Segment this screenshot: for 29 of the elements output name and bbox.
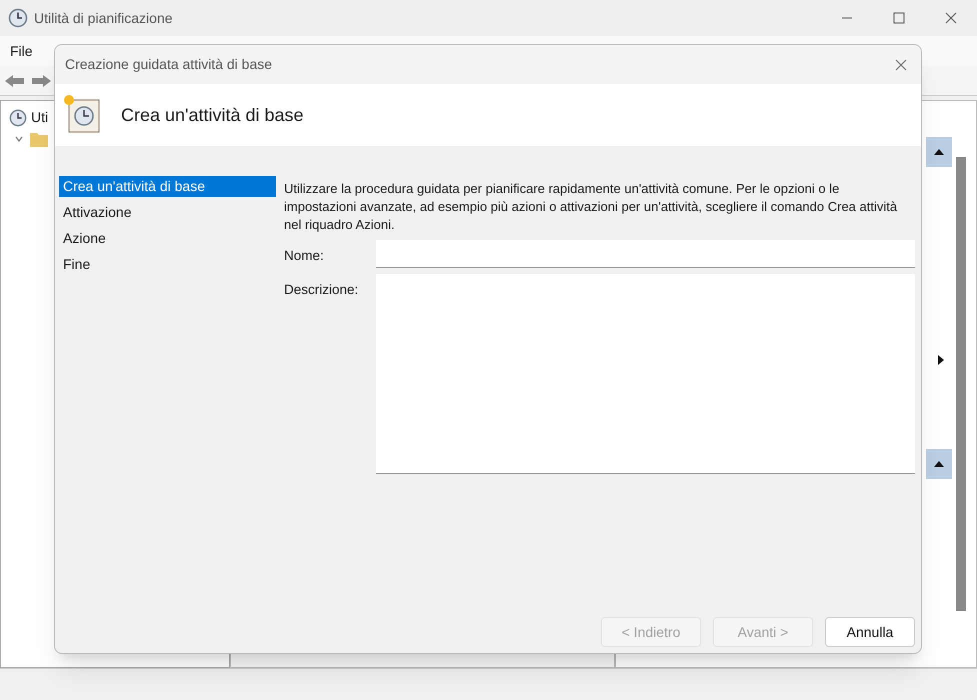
wizard-button[interactable]: Annulla bbox=[825, 617, 915, 647]
field-label: Descrizione: bbox=[284, 281, 360, 299]
wizard-step[interactable]: Azione bbox=[59, 228, 276, 249]
field-label: Nome: bbox=[284, 247, 325, 265]
close-icon[interactable] bbox=[945, 12, 957, 24]
clock-icon bbox=[9, 108, 27, 126]
description-field[interactable] bbox=[376, 274, 915, 474]
maximize-icon[interactable] bbox=[893, 12, 905, 24]
collapse-button[interactable] bbox=[926, 449, 952, 479]
dialog-title: Creazione guidata attività di base bbox=[65, 55, 272, 74]
chevron-icon[interactable] bbox=[15, 135, 23, 143]
back-arrow-icon[interactable] bbox=[4, 72, 26, 88]
up-triangle-icon bbox=[934, 149, 944, 155]
right-triangle-icon[interactable] bbox=[938, 355, 944, 365]
close-icon[interactable] bbox=[895, 58, 907, 70]
menu-item[interactable]: File bbox=[10, 40, 33, 62]
wizard-step[interactable]: Crea un'attività di base bbox=[59, 176, 276, 197]
up-triangle-icon bbox=[934, 461, 944, 467]
wizard-heading: Crea un'attività di base bbox=[121, 104, 304, 126]
description-text: Utilizzare la procedura guidata per pianificare rapidamente un'attività comune. Per le opzioni o le impostazioni avanzate, ad esempio più azioni o attivazioni per un'attività, scegliere il comando Crea attività nel riquadro Azioni. bbox=[284, 180, 898, 234]
collapse-button[interactable] bbox=[926, 137, 952, 167]
wizard-step[interactable]: Fine bbox=[59, 254, 276, 275]
wizard-step[interactable]: Attivazione bbox=[59, 202, 276, 223]
forward-arrow-icon[interactable] bbox=[30, 72, 52, 88]
tree-item[interactable]: Uti bbox=[31, 107, 48, 128]
clock-icon bbox=[8, 8, 28, 28]
name-field[interactable] bbox=[376, 240, 915, 268]
window-title: Utilità di pianificazione bbox=[34, 8, 173, 28]
scrollbar[interactable] bbox=[956, 157, 966, 611]
